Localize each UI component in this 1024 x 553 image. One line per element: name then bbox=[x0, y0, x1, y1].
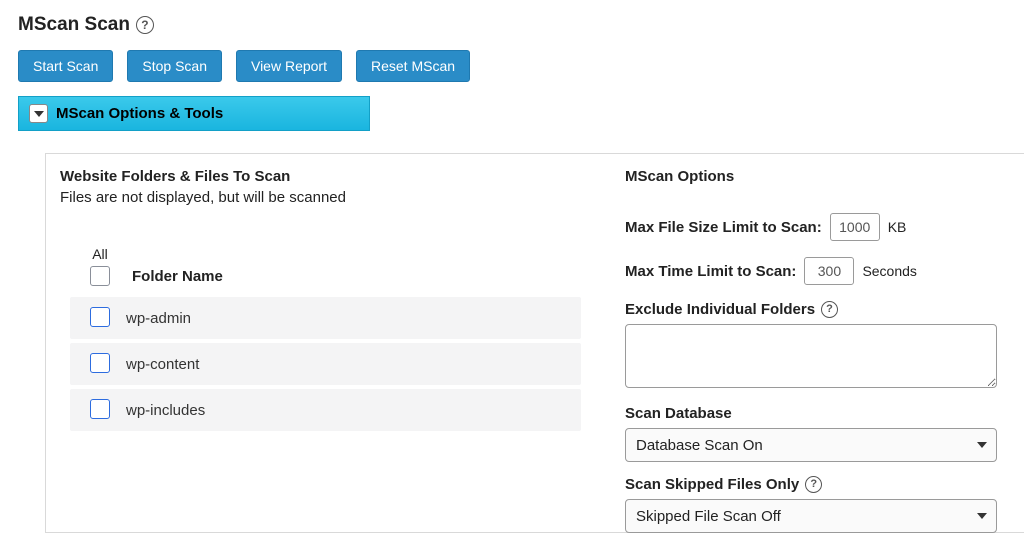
exclude-folders-label: Exclude Individual Folders bbox=[625, 301, 815, 318]
scan-skipped-select[interactable]: Skipped File Scan Off bbox=[625, 499, 997, 533]
help-icon[interactable]: ? bbox=[821, 301, 838, 318]
folder-name: wp-admin bbox=[126, 310, 191, 327]
mscan-options-heading: MScan Options bbox=[625, 168, 1019, 185]
folder-name-header: Folder Name bbox=[126, 268, 223, 289]
help-icon[interactable]: ? bbox=[805, 476, 822, 493]
section-bar-label: MScan Options & Tools bbox=[56, 105, 223, 122]
max-time-unit: Seconds bbox=[862, 263, 916, 279]
all-label: All bbox=[74, 246, 126, 262]
scan-database-label: Scan Database bbox=[625, 405, 732, 422]
folder-checkbox[interactable] bbox=[90, 399, 110, 419]
table-row: wp-admin bbox=[70, 297, 581, 339]
table-row: wp-content bbox=[70, 343, 581, 385]
help-icon[interactable]: ? bbox=[136, 16, 154, 34]
reset-mscan-button[interactable]: Reset MScan bbox=[356, 50, 470, 82]
stop-scan-button[interactable]: Stop Scan bbox=[127, 50, 222, 82]
folders-heading: Website Folders & Files To Scan bbox=[60, 168, 597, 185]
view-report-button[interactable]: View Report bbox=[236, 50, 342, 82]
folders-subheading: Files are not displayed, but will be sca… bbox=[60, 189, 597, 206]
page-title: MScan Scan bbox=[18, 14, 130, 36]
max-file-size-input[interactable] bbox=[830, 213, 880, 241]
folder-checkbox[interactable] bbox=[90, 307, 110, 327]
folder-table-header: All Folder Name bbox=[60, 206, 597, 297]
folder-name: wp-includes bbox=[126, 402, 205, 419]
chevron-down-icon bbox=[29, 104, 48, 123]
exclude-folders-textarea[interactable] bbox=[625, 324, 997, 388]
max-time-input[interactable] bbox=[804, 257, 854, 285]
scan-database-select[interactable]: Database Scan On bbox=[625, 428, 997, 462]
scan-skipped-label: Scan Skipped Files Only bbox=[625, 476, 799, 493]
options-panel: Website Folders & Files To Scan Files ar… bbox=[45, 153, 1024, 533]
folder-checkbox[interactable] bbox=[90, 353, 110, 373]
table-row: wp-includes bbox=[70, 389, 581, 431]
max-file-label: Max File Size Limit to Scan: bbox=[625, 219, 822, 236]
max-time-label: Max Time Limit to Scan: bbox=[625, 263, 796, 280]
options-tools-toggle[interactable]: MScan Options & Tools bbox=[18, 96, 370, 131]
action-button-row: Start Scan Stop Scan View Report Reset M… bbox=[18, 50, 1024, 82]
max-file-unit: KB bbox=[888, 219, 907, 235]
folder-name: wp-content bbox=[126, 356, 199, 373]
select-all-checkbox[interactable] bbox=[90, 266, 110, 286]
start-scan-button[interactable]: Start Scan bbox=[18, 50, 113, 82]
